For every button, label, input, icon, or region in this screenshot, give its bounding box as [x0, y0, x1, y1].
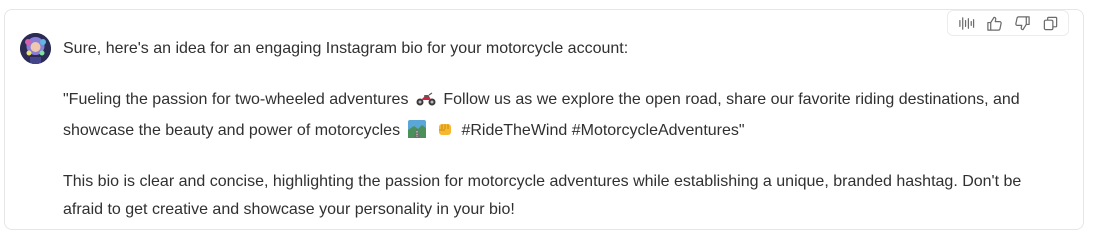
bio-suggestion: "Fueling the passion for two-wheeled adv… — [63, 86, 1063, 148]
voice-icon — [958, 16, 974, 30]
voice-button[interactable] — [954, 12, 978, 34]
thumbs-up-icon — [986, 16, 1002, 31]
road-emoji-icon — [407, 120, 426, 148]
thumbs-down-icon — [1014, 15, 1030, 30]
motorcycle-emoji-icon — [416, 89, 436, 117]
copy-icon — [1043, 16, 1057, 30]
assistant-avatar — [20, 33, 51, 64]
message-toolbar — [947, 10, 1069, 36]
assistant-message: Sure, here's an idea for an engaging Ins… — [63, 37, 1063, 244]
fist-emoji-icon — [436, 120, 454, 148]
bio-hashtags: #RideTheWind #MotorcycleAdventures" — [461, 122, 745, 139]
bio-text-part1: "Fueling the passion for two-wheeled adv… — [63, 91, 409, 108]
intro-text: Sure, here's an idea for an engaging Ins… — [63, 40, 629, 57]
closing-text: This bio is clear and concise, highlight… — [63, 173, 1022, 218]
thumbs-down-button[interactable] — [1010, 12, 1034, 34]
copy-button[interactable] — [1038, 12, 1062, 34]
thumbs-up-button[interactable] — [982, 12, 1006, 34]
